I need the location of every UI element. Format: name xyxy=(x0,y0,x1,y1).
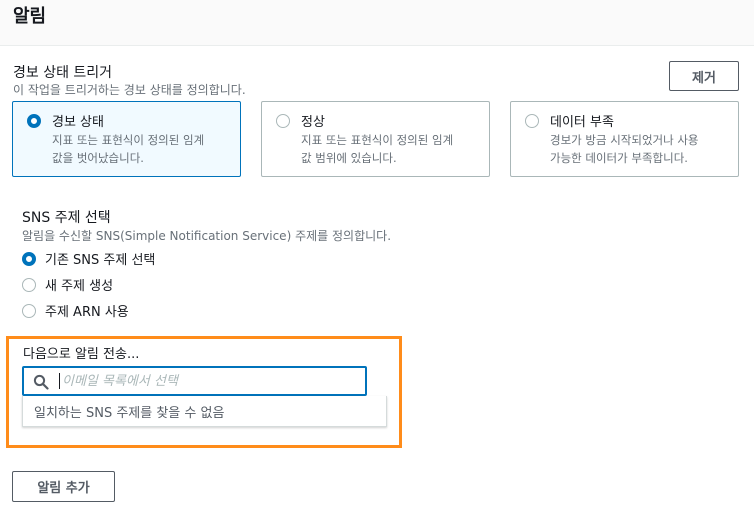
search-icon xyxy=(33,374,49,394)
tile-in-alarm[interactable]: 경보 상태 지표 또는 표현식이 정의된 임계 값을 벗어났습니다. xyxy=(12,101,241,177)
option-existing-topic[interactable]: 기존 SNS 주제 선택 xyxy=(22,249,155,268)
radio-new-topic[interactable] xyxy=(22,277,36,292)
topic-search-input[interactable] xyxy=(62,370,352,392)
topic-search-field[interactable] xyxy=(22,366,367,396)
option-label: 주제 ARN 사용 xyxy=(45,305,129,320)
option-topic-arn[interactable]: 주제 ARN 사용 xyxy=(22,301,129,320)
radio-ok[interactable] xyxy=(276,114,290,128)
tile-title: 경보 상태 xyxy=(52,115,104,130)
notification-panel: 알림 경보 상태 트리거 이 작업을 트리거하는 경보 상태를 정의합니다. 제… xyxy=(0,0,754,514)
panel-title: 알림 xyxy=(13,6,47,27)
tile-title: 데이터 부족 xyxy=(550,115,614,130)
option-label: 새 주제 생성 xyxy=(45,279,114,294)
radio-existing-topic[interactable] xyxy=(22,251,36,266)
sns-description: 알림을 수신할 SNS(Simple Notification Service)… xyxy=(22,229,392,243)
trigger-label: 경보 상태 트리거 xyxy=(13,65,113,81)
panel-header: 알림 xyxy=(0,0,754,46)
no-match-message: 일치하는 SNS 주제를 찾을 수 없음 xyxy=(34,406,225,421)
tile-insufficient-data[interactable]: 데이터 부족 경보가 방금 시작되었거나 사용 가능한 데이터가 부족합니다. xyxy=(510,101,739,177)
sns-label: SNS 주제 선택 xyxy=(22,210,111,226)
remove-button[interactable]: 제거 xyxy=(669,61,739,91)
option-new-topic[interactable]: 새 주제 생성 xyxy=(22,275,113,294)
radio-in-alarm[interactable] xyxy=(27,114,41,128)
text-caret xyxy=(59,373,60,389)
option-label: 기존 SNS 주제 선택 xyxy=(45,253,156,268)
radio-insufficient-data[interactable] xyxy=(525,114,539,128)
radio-topic-arn[interactable] xyxy=(22,303,36,318)
tile-description: 경보가 방금 시작되었거나 사용 가능한 데이터가 부족합니다. xyxy=(550,133,699,165)
tile-title: 정상 xyxy=(301,115,325,130)
topic-dropdown: 일치하는 SNS 주제를 찾을 수 없음 xyxy=(22,396,387,427)
add-notification-button[interactable]: 알림 추가 xyxy=(12,471,115,502)
send-to-label: 다음으로 알림 전송... xyxy=(23,347,140,362)
tile-ok[interactable]: 정상 지표 또는 표현식이 정의된 임계 값 범위에 있습니다. xyxy=(261,101,490,177)
trigger-description: 이 작업을 트리거하는 경보 상태를 정의합니다. xyxy=(13,83,246,97)
tile-description: 지표 또는 표현식이 정의된 임계 값 범위에 있습니다. xyxy=(301,133,454,165)
tile-description: 지표 또는 표현식이 정의된 임계 값을 벗어났습니다. xyxy=(52,133,205,165)
